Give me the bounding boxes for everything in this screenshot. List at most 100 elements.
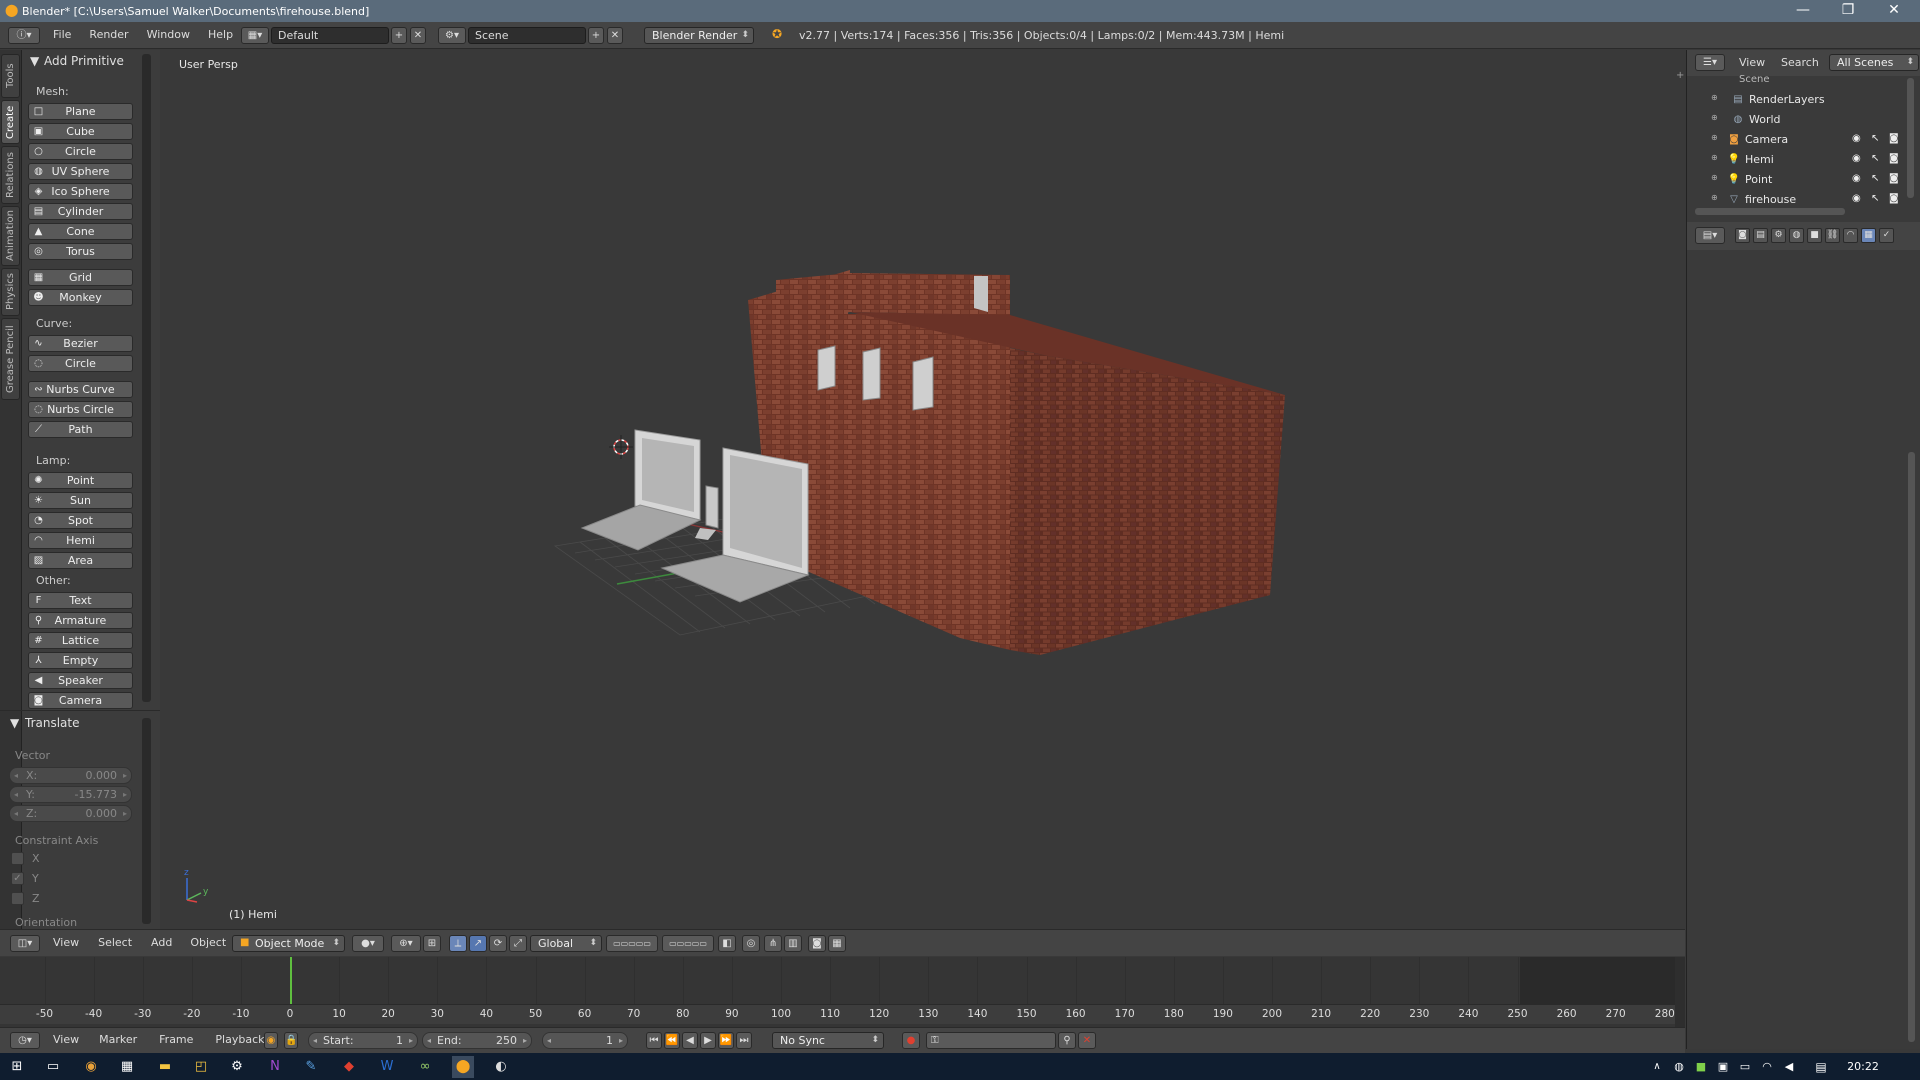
panel-collapse-icon[interactable]: ▼ xyxy=(30,54,39,68)
scene-tab-icon[interactable]: ⚙ xyxy=(1771,228,1786,243)
onenote-icon[interactable]: N xyxy=(264,1056,286,1078)
mesh-uv-sphere-button[interactable]: ◍ UV Sphere xyxy=(28,163,133,180)
mesh-cylinder-button[interactable]: ▤ Cylinder xyxy=(28,203,133,220)
close-button[interactable]: ✕ xyxy=(1876,0,1912,22)
scale-manipulator-icon[interactable]: ⤢ xyxy=(509,935,527,952)
render-tab-icon[interactable]: ◙ xyxy=(1735,228,1750,243)
scene-render[interactable]: y z xyxy=(160,50,1685,928)
render-engine-dropdown[interactable]: Blender Render xyxy=(644,27,754,44)
tray-usb-icon[interactable]: ▣ xyxy=(1712,1056,1734,1078)
record-icon[interactable]: ● xyxy=(902,1032,920,1049)
expand-icon[interactable]: ⊕ xyxy=(1711,173,1718,182)
keying-icon[interactable]: ◉ xyxy=(264,1032,278,1049)
outliner-editor-type-button[interactable]: ☰▾ xyxy=(1695,54,1725,71)
texture-tab-icon[interactable]: ▦ xyxy=(1861,228,1876,243)
scene-row-label[interactable]: Scene xyxy=(1739,74,1770,85)
keying-set-field[interactable]: ⚿ xyxy=(926,1032,1056,1049)
expand-icon[interactable]: ⊕ xyxy=(1711,153,1718,162)
mesh-torus-button[interactable]: ◎ Torus xyxy=(28,243,133,260)
tab-animation[interactable]: Animation xyxy=(1,206,20,266)
translate-z-field[interactable]: ◂ Z: 0.000 ▸ xyxy=(9,805,132,822)
tray-app-icon[interactable]: ◍ xyxy=(1668,1056,1690,1078)
tab-tools[interactable]: Tools xyxy=(1,54,20,98)
frame-ruler[interactable]: -50 -40 -30 -20 -10 0 10 20 30 40 50 60 70 80 90 100 110… xyxy=(0,1004,1685,1024)
selectable-cursor-icon[interactable]: ↖ xyxy=(1871,193,1879,204)
pivot-center-icon[interactable]: ⊞ xyxy=(423,935,441,952)
pivot-point-button[interactable]: ⊕▾ xyxy=(391,935,421,952)
current-frame-field[interactable]: ◂ 1 ▸ xyxy=(542,1032,628,1049)
3d-viewport[interactable]: y z + xyxy=(160,50,1685,928)
calculator-icon[interactable]: ▦ xyxy=(116,1056,138,1078)
mesh-plane-button[interactable]: □ Plane xyxy=(28,103,133,120)
outliner-row-renderlayers[interactable]: ⊕ ▤ RenderLayers xyxy=(1687,90,1907,110)
curve-bezier-button[interactable]: ∿ Bezier xyxy=(28,335,133,352)
steam-icon[interactable]: ⚙ xyxy=(226,1056,248,1078)
curve-path-button[interactable]: ⟋ Path xyxy=(28,421,133,438)
other-speaker-button[interactable]: ◀ Speaker xyxy=(28,672,133,689)
constraint-x-checkbox[interactable] xyxy=(11,852,24,865)
menu-frame[interactable]: Frame xyxy=(148,1033,204,1046)
jump-keyframe-back-icon[interactable]: ⏪ xyxy=(664,1032,680,1049)
visibility-eye-icon[interactable]: ◉ xyxy=(1852,153,1861,164)
screen-remove-icon[interactable]: ✕ xyxy=(410,27,426,44)
curve-circle-button[interactable]: ◌ Circle xyxy=(28,355,133,372)
lock-range-icon[interactable]: 🔒 xyxy=(284,1032,298,1049)
opengl-anim-icon[interactable]: ▦ xyxy=(828,935,846,952)
store-icon[interactable]: ◰ xyxy=(190,1056,212,1078)
expand-icon[interactable]: ⊕ xyxy=(1711,113,1718,122)
visibility-eye-icon[interactable]: ◉ xyxy=(1852,173,1861,184)
outliner-search-menu[interactable]: Search xyxy=(1781,56,1819,69)
menu-select[interactable]: Select xyxy=(88,936,142,949)
outliner-view-menu[interactable]: View xyxy=(1739,56,1765,69)
menu-add[interactable]: Add xyxy=(142,936,181,949)
taskbar-clock[interactable]: 20:22 xyxy=(1843,1053,1883,1080)
tool-shelf-scrollbar[interactable] xyxy=(142,54,151,702)
menu-file[interactable]: File xyxy=(44,28,80,41)
render-camera-icon[interactable]: ◙ xyxy=(1889,153,1899,164)
task-view-icon[interactable]: ▭ xyxy=(42,1056,64,1078)
play-icon[interactable]: ▶ xyxy=(700,1032,716,1049)
visibility-eye-icon[interactable]: ◉ xyxy=(1852,193,1861,204)
lamp-area-button[interactable]: ▨ Area xyxy=(28,552,133,569)
tray-nvidia-icon[interactable]: ■ xyxy=(1690,1056,1712,1078)
end-frame-field[interactable]: ◂ End: 250 ▸ xyxy=(422,1032,532,1049)
transform-orientation-dropdown[interactable]: Global xyxy=(530,935,602,952)
menu-marker[interactable]: Marker xyxy=(88,1033,148,1046)
properties-scrollbar[interactable] xyxy=(1908,452,1915,1042)
word-icon[interactable]: W xyxy=(376,1056,398,1078)
outliner-vscroll[interactable] xyxy=(1907,78,1914,198)
manipulator-toggle-icon[interactable]: ⟂ xyxy=(449,935,467,952)
other-empty-button[interactable]: ⅄ Empty xyxy=(28,652,133,669)
lamp-sun-button[interactable]: ☀ Sun xyxy=(28,492,133,509)
translate-y-field[interactable]: ◂ Y: -15.773 ▸ xyxy=(9,786,132,803)
minimize-button[interactable]: — xyxy=(1785,0,1821,22)
3d-editor-type-button[interactable]: ◫▾ xyxy=(10,935,40,952)
other-camera-button[interactable]: ◙ Camera xyxy=(28,692,133,709)
blender-taskbar-icon[interactable]: ⬤ xyxy=(452,1056,474,1078)
restore-button[interactable]: ❐ xyxy=(1830,0,1866,22)
expand-icon[interactable]: ⊕ xyxy=(1711,133,1718,142)
layers-group-2[interactable]: ▭▭▭▭▭ xyxy=(662,935,714,952)
mesh-circle-button[interactable]: ○ Circle xyxy=(28,143,133,160)
menu-window[interactable]: Window xyxy=(138,28,199,41)
menu-object[interactable]: Object xyxy=(181,936,235,949)
screen-layout-field[interactable]: Default xyxy=(271,27,389,44)
render-camera-icon[interactable]: ◙ xyxy=(1889,173,1899,184)
tab-grease-pencil[interactable]: Grease Pencil xyxy=(1,318,20,400)
opengl-render-icon[interactable]: ◙ xyxy=(808,935,826,952)
rotate-manipulator-icon[interactable]: ⟳ xyxy=(489,935,507,952)
action-center-icon[interactable]: ▤ xyxy=(1810,1056,1832,1078)
outliner-row-world[interactable]: ⊕ ◍ World xyxy=(1687,110,1907,130)
outliner-filter-dropdown[interactable]: All Scenes xyxy=(1829,54,1919,71)
tray-chevron-icon[interactable]: ∧ xyxy=(1646,1056,1668,1078)
python-icon[interactable]: ∞ xyxy=(414,1056,436,1078)
jump-start-icon[interactable]: ⏮ xyxy=(646,1032,662,1049)
file-explorer-icon[interactable]: ▬ xyxy=(154,1056,176,1078)
physics-tab-icon[interactable]: ✓ xyxy=(1879,228,1894,243)
expand-icon[interactable]: ⊕ xyxy=(1711,93,1718,102)
battery-icon[interactable]: ▭ xyxy=(1734,1056,1756,1078)
scene-remove-icon[interactable]: ✕ xyxy=(607,27,623,44)
jump-keyframe-forward-icon[interactable]: ⏩ xyxy=(718,1032,734,1049)
delete-keyframe-icon[interactable]: ✕ xyxy=(1078,1032,1096,1049)
world-tab-icon[interactable]: ◍ xyxy=(1789,228,1804,243)
